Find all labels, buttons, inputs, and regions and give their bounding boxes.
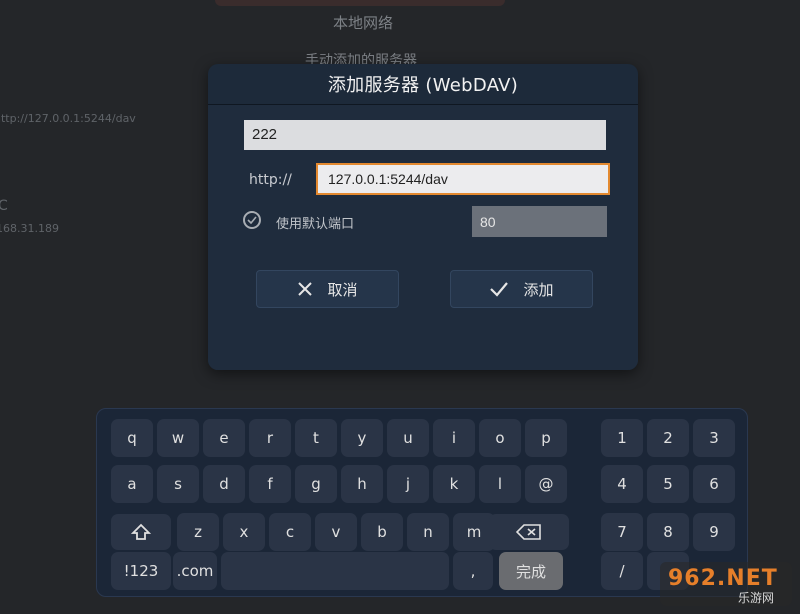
key-num-4[interactable]: 4 [601, 465, 643, 503]
add-button-label: 添加 [523, 280, 554, 299]
dot-com-key[interactable]: .com [173, 552, 217, 590]
check-icon [490, 282, 509, 297]
key-l[interactable]: l [479, 465, 521, 503]
key-at[interactable]: @ [525, 465, 567, 503]
key-w[interactable]: w [157, 419, 199, 457]
key-x[interactable]: x [223, 513, 265, 551]
add-server-dialog: 添加服务器 (WebDAV) http:// 使用默认端口 取消 添加 [208, 64, 638, 370]
key-g[interactable]: g [295, 465, 337, 503]
key-k[interactable]: k [433, 465, 475, 503]
key-q[interactable]: q [111, 419, 153, 457]
background-top-bar [215, 0, 505, 6]
add-button[interactable]: 添加 [450, 270, 593, 308]
key-num-8[interactable]: 8 [647, 513, 689, 551]
scheme-label: http:// [249, 172, 292, 188]
key-z[interactable]: z [177, 513, 219, 551]
space-key[interactable] [221, 552, 449, 590]
menu-local-network[interactable]: 本地网络 [333, 12, 393, 33]
slash-key[interactable]: / [601, 552, 643, 590]
key-h[interactable]: h [341, 465, 383, 503]
watermark-logo: 962.NET [668, 566, 778, 591]
backspace-key[interactable] [489, 514, 569, 550]
on-screen-keyboard: q w e r t y u i o p a s d f g h j k l @ z x c v b n m 1 2 3 4 5 6 7 8 9 !12… [96, 408, 748, 597]
cancel-button-label: 取消 [327, 280, 358, 299]
port-input[interactable] [472, 206, 607, 237]
key-num-1[interactable]: 1 [601, 419, 643, 457]
key-num-2[interactable]: 2 [647, 419, 689, 457]
key-v[interactable]: v [315, 513, 357, 551]
watermark-subtitle: 乐游网 [738, 591, 775, 605]
key-a[interactable]: a [111, 465, 153, 503]
comma-key[interactable]: , [453, 552, 493, 590]
server-url-input[interactable] [316, 163, 610, 195]
key-num-7[interactable]: 7 [601, 513, 643, 551]
dialog-title: 添加服务器 (WebDAV) [208, 64, 638, 105]
key-f[interactable]: f [249, 465, 291, 503]
shift-key[interactable] [111, 514, 171, 550]
key-s[interactable]: s [157, 465, 199, 503]
shift-icon [131, 523, 151, 540]
background-server-ip: 168.31.189 [0, 222, 59, 235]
backspace-icon [516, 524, 541, 540]
key-b[interactable]: b [361, 513, 403, 551]
default-port-checkbox[interactable] [243, 211, 261, 229]
key-y[interactable]: y [341, 419, 383, 457]
close-icon [298, 282, 313, 296]
key-t[interactable]: t [295, 419, 337, 457]
dialog-body: http:// 使用默认端口 取消 添加 [208, 105, 638, 370]
key-d[interactable]: d [203, 465, 245, 503]
key-num-6[interactable]: 6 [693, 465, 735, 503]
server-name-input[interactable] [244, 120, 606, 150]
cancel-button[interactable]: 取消 [256, 270, 399, 308]
done-key[interactable]: 完成 [499, 552, 563, 590]
key-e[interactable]: e [203, 419, 245, 457]
key-num-5[interactable]: 5 [647, 465, 689, 503]
key-r[interactable]: r [249, 419, 291, 457]
key-u[interactable]: u [387, 419, 429, 457]
key-num-9[interactable]: 9 [693, 513, 735, 551]
key-n[interactable]: n [407, 513, 449, 551]
key-c[interactable]: c [269, 513, 311, 551]
key-num-3[interactable]: 3 [693, 419, 735, 457]
checkmark-icon [247, 216, 257, 224]
default-port-label: 使用默认端口 [276, 217, 355, 232]
key-j[interactable]: j [387, 465, 429, 503]
key-i[interactable]: i [433, 419, 475, 457]
background-server-url: http://127.0.0.1:5244/dav [0, 112, 136, 125]
background-server-letter: C [0, 198, 8, 214]
key-o[interactable]: o [479, 419, 521, 457]
key-p[interactable]: p [525, 419, 567, 457]
symbols-key[interactable]: !123 [111, 552, 171, 590]
